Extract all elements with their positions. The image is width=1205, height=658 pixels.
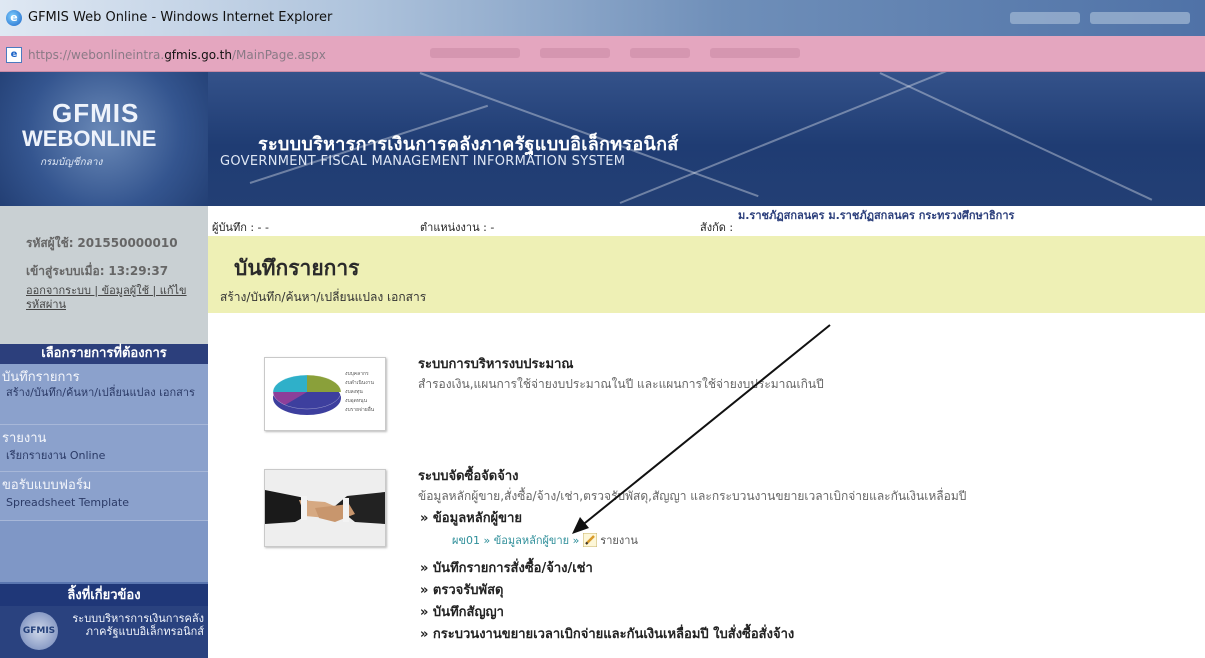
sidebar-item-forms[interactable]: ขอรับแบบฟอร์ม Spreadsheet Template [0, 472, 208, 521]
page-subtitle: สร้าง/บันทึก/ค้นหา/เปลี่ยนแปลง เอกสาร [220, 290, 427, 304]
sidebar-select-title: เลือกรายการที่ต้องการ [0, 344, 208, 364]
user-info-strip: ผู้บันทึก : - - ตำแหน่งงาน : - สังกัด : … [208, 206, 1205, 237]
main-content: งบบุคลากร งบดำเนินงาน งบลงทุน งบอุดหนุน … [208, 313, 1205, 658]
sidebar-item-label: ขอรับแบบฟอร์ม [2, 478, 92, 493]
page-title: บันทึกรายการ [234, 256, 360, 280]
blurred-titlebar-text [1010, 12, 1080, 24]
blurred-address-text [540, 48, 610, 58]
blurred-address-text [430, 48, 520, 58]
left-sidebar: รหัสผู้ใช้: 201550000010 เข้าสู่ระบบเมื่… [0, 206, 208, 658]
address-bar[interactable]: e https://webonlineintra.gfmis.go.th/Mai… [0, 36, 1205, 72]
user-info-box: รหัสผู้ใช้: 201550000010 เข้าสู่ระบบเมื่… [0, 206, 208, 344]
site-banner: GFMIS WEBONLINE กรมบัญชีกลาง ระบบบริหารก… [0, 72, 1205, 206]
sidebar-item-sub: สร้าง/บันทึก/ค้นหา/เปลี่ยนแปลง เอกสาร [6, 386, 195, 399]
sidebar-item-sub: เรียกรายงาน Online [6, 449, 106, 462]
gfmis-globe-icon: GFMIS [20, 612, 58, 650]
user-id: รหัสผู้ใช้: 201550000010 [26, 236, 178, 250]
sidebar-item-label: รายงาน [2, 431, 47, 446]
gfmis-logo[interactable]: GFMIS WEBONLINE กรมบัญชีกลาง [0, 72, 208, 206]
banner-title-english: GOVERNMENT FISCAL MANAGEMENT INFORMATION… [220, 154, 626, 169]
affiliation-value: ม.ราชภัฏสกลนคร ม.ราชภัฏสกลนคร กระทรวงศึก… [738, 209, 1015, 222]
annotation-arrow-icon [572, 324, 831, 534]
user-links[interactable]: ออกจากระบบ | ข้อมูลผู้ใช้ | แก้ไขรหัสผ่า… [26, 284, 206, 312]
logo-text-dept: กรมบัญชีกลาง [40, 157, 103, 168]
page-icon: e [6, 47, 22, 63]
ie-browser-icon: e [6, 10, 22, 26]
sidebar-item-label: บันทึกรายการ [2, 370, 80, 385]
logo-text-webonline: WEBONLINE [22, 126, 157, 151]
position-label: ตำแหน่งงาน : - [420, 221, 495, 234]
blurred-address-text [710, 48, 800, 58]
affiliation-label: สังกัด : [700, 221, 734, 234]
sidebar-item-record[interactable]: บันทึกรายการ สร้าง/บันทึก/ค้นหา/เปลี่ยนแ… [0, 364, 208, 425]
window-title: GFMIS Web Online - Windows Internet Expl… [28, 10, 333, 25]
logo-text-gfmis: GFMIS [52, 98, 140, 128]
related-links-title: ลิ้งที่เกี่ยวข้อง [0, 582, 208, 608]
page-header: บันทึกรายการ สร้าง/บันทึก/ค้นหา/เปลี่ยนแ… [208, 236, 1205, 313]
banner-decor-line [879, 72, 1153, 201]
login-time: เข้าสู่ระบบเมื่อ: 13:29:37 [26, 264, 169, 278]
recorder-label: ผู้บันทึก : - - [212, 221, 269, 234]
window-titlebar: e GFMIS Web Online - Windows Internet Ex… [0, 0, 1205, 36]
sidebar-item-report[interactable]: รายงาน เรียกรายงาน Online [0, 425, 208, 472]
sidebar-item-sub: Spreadsheet Template [6, 496, 129, 509]
url-text[interactable]: https://webonlineintra.gfmis.go.th/MainP… [28, 48, 326, 62]
blurred-titlebar-text [1090, 12, 1190, 24]
related-link-text: ระบบบริหารการเงินการคลังภาครัฐแบบอิเล็กท… [72, 612, 204, 638]
related-link-gfmis[interactable]: GFMIS ระบบบริหารการเงินการคลังภาครัฐแบบอ… [0, 606, 208, 658]
blurred-address-text [630, 48, 690, 58]
